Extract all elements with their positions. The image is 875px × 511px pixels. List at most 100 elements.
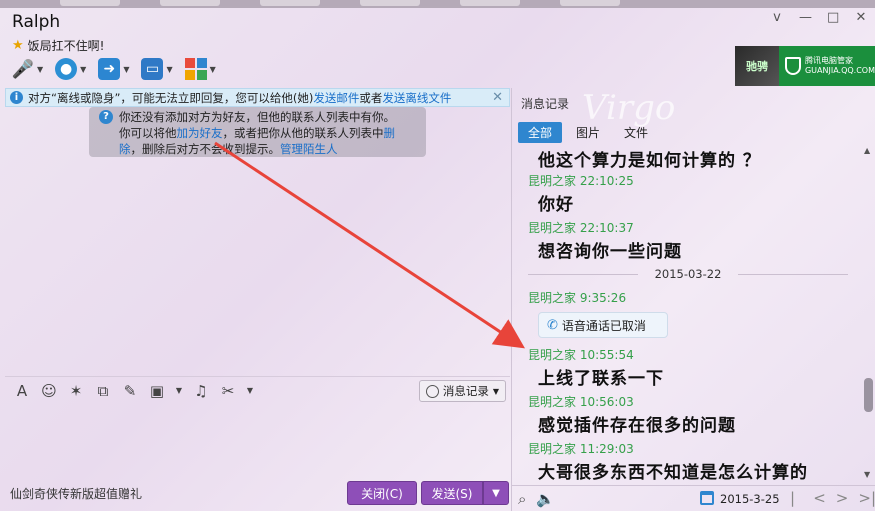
contact-status: ★ 饭局扛不住啊!: [12, 37, 104, 54]
magic-wand-icon[interactable]: ✶: [67, 382, 85, 400]
search-icon[interactable]: ⌕: [518, 490, 526, 508]
filter-images-tab[interactable]: 图片: [566, 122, 610, 143]
scissors-icon[interactable]: ✂: [219, 382, 237, 400]
date-separator: 2015-03-22: [528, 267, 848, 281]
message-history-button[interactable]: 消息记录 ▼: [418, 380, 506, 402]
close-button[interactable]: 关闭(C): [347, 481, 417, 505]
filter-all-tab[interactable]: 全部: [518, 122, 563, 143]
shield-icon: [784, 57, 801, 75]
music-icon[interactable]: ♫: [192, 382, 210, 400]
shake-icon[interactable]: ⧉: [94, 382, 112, 400]
font-icon[interactable]: A: [13, 382, 31, 400]
guard-name: 腾讯电脑管家: [804, 56, 853, 65]
history-title: 消息记录: [521, 97, 570, 111]
chevron-down-icon: ▼: [80, 64, 87, 74]
ad-link[interactable]: 仙剑奇侠传新版超值赠礼: [10, 485, 142, 502]
history-scrollbar[interactable]: ▲ ▼: [862, 144, 875, 484]
question-icon: ?: [99, 110, 113, 124]
input-toolbar: A ☺ ✶ ⧉ ✎ ▣ ▼ ♫ ✂ ▼ 消息记录 ▼: [5, 376, 510, 404]
delete-link[interactable]: 除: [119, 142, 131, 156]
history-button-label: 消息记录: [442, 384, 489, 398]
game-logo: 驰骋: [735, 46, 779, 86]
message-text: 大哥很多东西不知道是怎么计算的: [538, 463, 808, 483]
send-offline-file-link[interactable]: 发送离线文件: [382, 90, 451, 106]
scroll-down-icon[interactable]: ▼: [864, 470, 870, 479]
apps-icon: [184, 58, 207, 80]
message-sender: 昆明之家 9:35:26: [528, 291, 627, 305]
offline-notice: i 对方“离线或隐身”，可能无法立即回复，您可以给他(她) 发送邮件 或者 发送…: [5, 88, 510, 107]
microphone-icon: 🎤: [11, 58, 35, 80]
send-options-button[interactable]: ▼: [483, 481, 509, 505]
next-page-icon[interactable]: >: [836, 489, 849, 511]
message-text: 感觉插件存在很多的问题: [538, 416, 736, 436]
delete-link[interactable]: 删: [384, 126, 396, 140]
history-date: 2015-3-25: [720, 492, 780, 506]
call-toolbar: 🎤 ▼ ● ▼ ➜ ▼ ▭ ▼ ▼: [12, 58, 216, 80]
scroll-up-icon[interactable]: ▲: [864, 146, 870, 155]
maximize-button[interactable]: □: [827, 10, 839, 25]
video-call-button[interactable]: ● ▼: [55, 58, 86, 80]
stranger-tip: ? 你还没有添加对方为好友，但他的联系人列表中有你。 你可以将他加为好友，或者把…: [89, 107, 426, 157]
taskbar-strip: [0, 0, 875, 8]
apps-button[interactable]: ▼: [184, 58, 216, 80]
filter-files-tab[interactable]: 文件: [614, 122, 658, 143]
chevron-down-icon[interactable]: ▼: [246, 386, 254, 395]
add-friend-link[interactable]: 加为好友: [177, 126, 223, 140]
chevron-down-icon: ▼: [492, 386, 499, 396]
send-mail-link[interactable]: 发送邮件: [313, 90, 359, 106]
edit-icon[interactable]: ✎: [121, 382, 139, 400]
call-cancelled-bubble: ✆ 语音通话已取消: [538, 312, 668, 338]
last-page-icon[interactable]: >|: [858, 489, 875, 511]
contact-name: Ralph: [12, 12, 61, 32]
speaker-icon[interactable]: 🔈: [536, 490, 555, 508]
send-file-button[interactable]: ➜ ▼: [98, 58, 129, 80]
prev-page-icon[interactable]: <: [813, 489, 826, 511]
image-icon[interactable]: ▣: [148, 382, 166, 400]
remote-desktop-button[interactable]: ▭ ▼: [141, 58, 173, 80]
send-button[interactable]: 发送(S): [421, 481, 483, 505]
tip-text: ，删除后对方不会收到提示。: [130, 142, 281, 156]
ad-banner[interactable]: 驰骋 腾讯电脑管家 GUANJIA.QQ.COM: [735, 46, 875, 86]
scrollbar-thumb[interactable]: [864, 378, 873, 412]
chevron-down-icon: ▼: [209, 64, 216, 74]
manage-strangers-link[interactable]: 管理陌生人: [280, 142, 338, 156]
page-nav: |< < > >|: [790, 489, 875, 511]
calendar-icon[interactable]: [700, 491, 714, 505]
chevron-down-icon[interactable]: ▼: [175, 386, 183, 395]
emoji-icon[interactable]: ☺: [40, 382, 58, 400]
chevron-down-icon: ▼: [123, 64, 130, 74]
history-list: 他这个算力是如何计算的 ？ 昆明之家 22:10:25 你好 昆明之家 22:1…: [512, 144, 862, 484]
guard-url: GUANJIA.QQ.COM: [804, 66, 875, 75]
first-page-icon[interactable]: |<: [790, 489, 803, 511]
phone-icon: ✆: [547, 317, 558, 333]
tip-text: ，或者把你从他的联系人列表中: [222, 126, 384, 140]
close-window-button[interactable]: ✕: [855, 10, 867, 25]
info-icon: i: [10, 91, 23, 104]
clock-icon: [425, 384, 439, 398]
history-panel: Virgo 消息记录 全部 图片 文件 他这个算力是如何计算的 ？ 昆明之家 2…: [511, 88, 875, 511]
message-text: 上线了联系一下: [538, 369, 664, 389]
tip-line1: 你还没有添加对方为好友，但他的联系人列表中有你。: [119, 110, 395, 124]
message-sender: 昆明之家 11:29:03: [528, 442, 634, 456]
voice-call-button[interactable]: 🎤 ▼: [12, 58, 43, 80]
menu-chevron-icon[interactable]: v: [771, 10, 783, 25]
status-text: 饭局扛不住啊!: [27, 39, 105, 53]
close-icon[interactable]: ✕: [492, 90, 503, 105]
message-input[interactable]: [5, 404, 510, 474]
notice-or: 或者: [359, 90, 383, 105]
screen-icon: ▭: [141, 58, 164, 80]
call-status-text: 语音通话已取消: [561, 318, 646, 333]
notice-text: 对方“离线或隐身”，可能无法立即回复，您可以给他(她): [28, 90, 314, 105]
chat-window: Ralph ★ 饭局扛不住啊! v — □ ✕ 🎤 ▼ ● ▼ ➜ ▼ ▭ ▼ ▼ 驰骋: [0, 0, 875, 511]
message-sender: 昆明之家 22:10:37: [528, 221, 634, 235]
message-text: 他这个算力是如何计算的 ？: [538, 151, 761, 171]
bottom-bar: 仙剑奇侠传新版超值赠礼 关闭(C) 发送(S) ▼: [5, 480, 510, 508]
chevron-down-icon: ▼: [166, 64, 173, 74]
minimize-button[interactable]: —: [799, 10, 812, 25]
chevron-down-icon: ▼: [37, 64, 44, 74]
message-sender: 昆明之家 10:56:03: [528, 395, 634, 409]
message-sender: 昆明之家 10:55:54: [528, 348, 634, 362]
tip-text: 你可以将他: [119, 126, 177, 140]
chat-area: ? 你还没有添加对方为好友，但他的联系人列表中有你。 你可以将他加为好友，或者把…: [5, 107, 510, 375]
message-text: 想咨询你一些问题: [538, 242, 682, 262]
